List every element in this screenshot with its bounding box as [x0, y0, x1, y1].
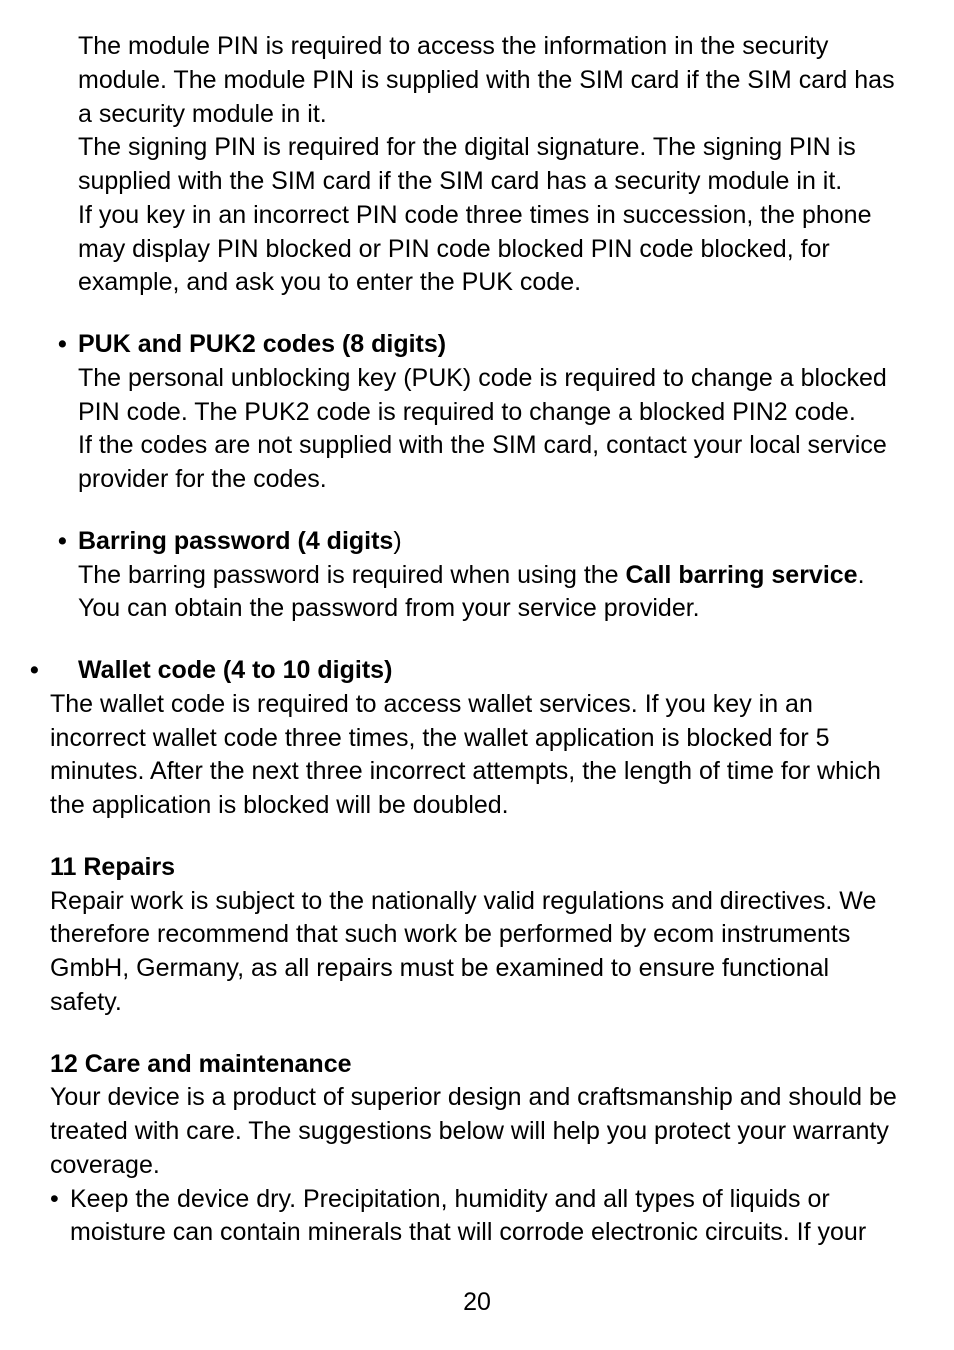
barring-heading-close: ): [393, 527, 401, 555]
puk-section: PUK and PUK2 codes (8 digits) The person…: [50, 328, 904, 497]
module-pin-para1: The module PIN is required to access the…: [78, 30, 904, 131]
care-heading: 12 Care and maintenance: [50, 1048, 904, 1082]
puk-para1: The personal unblocking key (PUK) code i…: [78, 362, 904, 430]
care-body: Your device is a product of superior des…: [50, 1081, 904, 1182]
repairs-section: 11 Repairs Repair work is subject to the…: [50, 851, 904, 1020]
care-section: 12 Care and maintenance Your device is a…: [50, 1048, 904, 1251]
wallet-body: The wallet code is required to access wa…: [50, 688, 904, 823]
care-bullet-1: Keep the device dry. Precipitation, humi…: [50, 1183, 904, 1251]
barring-para: The barring password is required when us…: [78, 559, 904, 627]
wallet-heading: Wallet code (4 to 10 digits): [50, 654, 904, 688]
page-number: 20: [0, 1286, 954, 1320]
barring-para-pre: The barring password is required when us…: [78, 561, 626, 589]
wallet-section: Wallet code (4 to 10 digits) The wallet …: [50, 654, 904, 823]
puk-para2: If the codes are not supplied with the S…: [78, 429, 904, 497]
puk-heading: PUK and PUK2 codes (8 digits): [78, 328, 904, 362]
module-pin-section: The module PIN is required to access the…: [50, 30, 904, 300]
barring-heading: Barring password (4 digits): [78, 525, 904, 559]
incorrect-pin-para: If you key in an incorrect PIN code thre…: [78, 199, 904, 300]
repairs-heading: 11 Repairs: [50, 851, 904, 885]
barring-heading-bold: Barring password (4 digits: [78, 527, 393, 555]
call-barring-service-label: Call barring service: [626, 561, 858, 589]
barring-section: Barring password (4 digits) The barring …: [50, 525, 904, 626]
signing-pin-para: The signing PIN is required for the digi…: [78, 131, 904, 199]
repairs-body: Repair work is subject to the nationally…: [50, 885, 904, 1020]
